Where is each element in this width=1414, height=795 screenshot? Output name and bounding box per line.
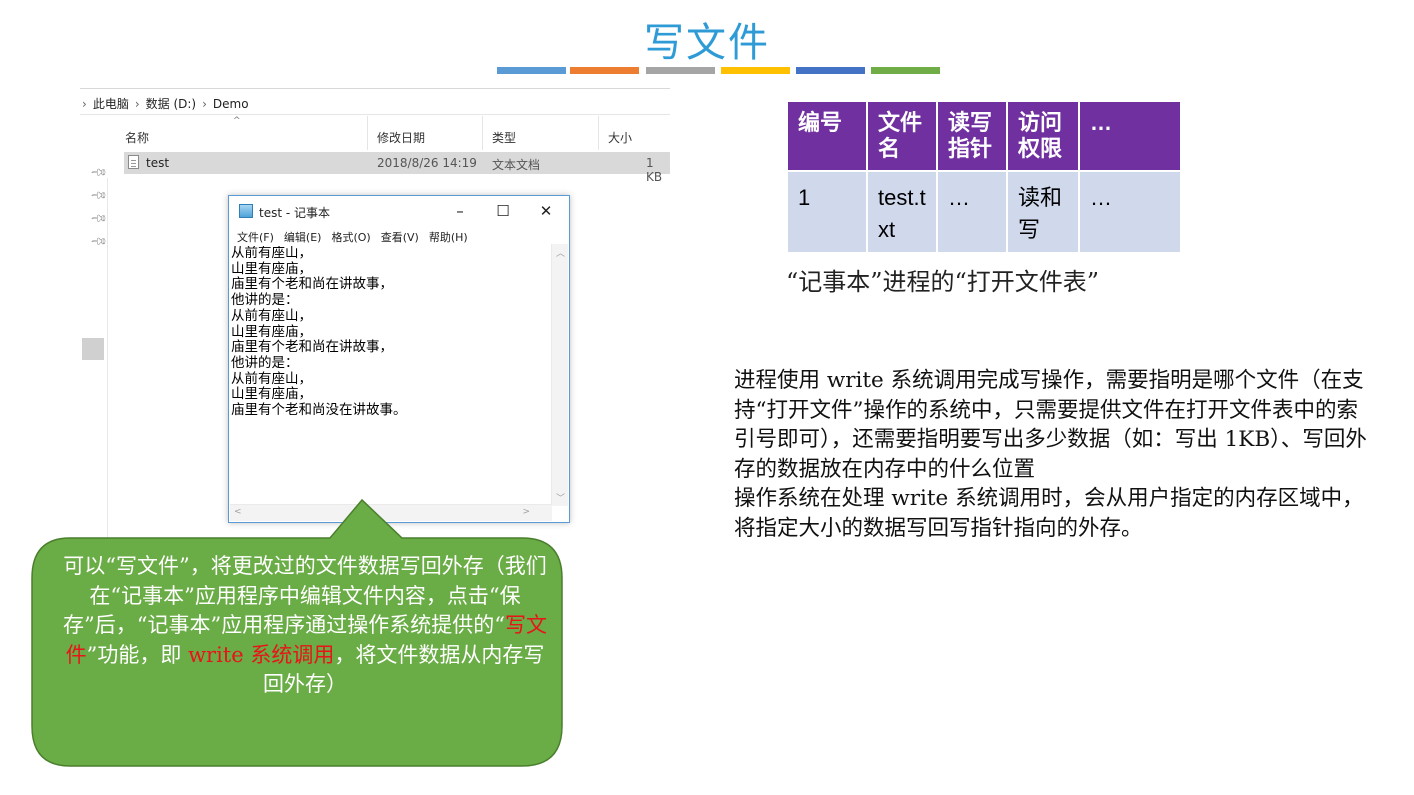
slide-title: 写文件 [644,20,770,66]
column-divider[interactable] [598,116,599,150]
paragraph: 进程使用 write 系统调用完成写操作，需要指明是哪个文件（在支持“打开文件”… [734,368,1367,482]
sort-ascending-icon: ^ [233,116,241,126]
file-modified: 2018/8/26 14:19 [377,156,477,170]
pin-icon[interactable]: 📌︎ [89,232,108,251]
column-header-name[interactable]: 名称 [125,129,149,146]
header-more: … [1080,102,1180,170]
table-row: 1 test.txt … 读和写 … [788,172,1180,252]
window-title: test - 记事本 [259,206,331,220]
header-rw-pointer: 读写指针 [938,102,1006,170]
title-bar[interactable]: test - 记事本 – ☐ ✕ [229,196,569,226]
cell-filename: test.txt [868,172,936,252]
deco-bar-1 [497,67,566,74]
breadcrumb[interactable]: › 此电脑 › 数据 (D:) › Demo [82,95,249,112]
file-type: 文本文档 [492,158,541,172]
cell-access: 读和写 [1008,172,1078,252]
header-id: 编号 [788,102,866,170]
column-divider[interactable] [367,116,368,150]
maximize-button[interactable]: ☐ [488,200,518,222]
notepad-window: test - 记事本 – ☐ ✕ 文件(F) 编辑(E) 格式(O) 查看(V)… [228,195,570,523]
header-filename: 文件名 [868,102,936,170]
callout-text: 可以“写文件”，将更改过的文件数据写回外存（我们在“记事本”应用程序中编辑文件内… [60,552,550,700]
column-header-size[interactable]: 大小 [608,129,632,146]
file-size: 1 KB [646,156,663,184]
pin-icon[interactable]: 📌︎ [89,186,108,205]
deco-bar-2 [570,67,639,74]
chevron-right-icon: › [134,96,140,111]
open-file-table: 编号 文件名 读写指针 访问权限 … 1 test.txt … 读和写 … [786,100,1182,254]
callout-text-part: ”功能，即 [86,642,189,667]
navigation-scrollbar-thumb[interactable] [82,338,104,360]
pin-icon[interactable]: 📌︎ [89,209,108,228]
paragraph: 操作系统在处理 write 系统调用时，会从用户指定的内存区域中，将指定大小的数… [734,486,1364,541]
callout-text-part: 可以“写文件”，将更改过的文件数据写回外存（我们在“记事本”应用程序中编辑文件内… [63,554,547,637]
table-header-row: 编号 文件名 读写指针 访问权限 … [788,102,1180,170]
text-editor[interactable]: 从前有座山， 山里有座庙， 庙里有个老和尚在讲故事， 他讲的是： 从前有座山， … [231,246,539,502]
table-caption: “记事本”进程的“打开文件表” [786,268,1100,296]
column-header-type[interactable]: 类型 [492,129,516,146]
minimize-button[interactable]: – [445,200,475,222]
callout-highlight: write 系统调用 [188,642,335,667]
chevron-right-icon: › [202,96,207,111]
breadcrumb-this-pc[interactable]: 此电脑 [93,95,129,112]
menu-file[interactable]: 文件(F) [237,229,274,245]
menu-edit[interactable]: 编辑(E) [284,229,322,245]
file-name: test [146,156,170,170]
deco-bar-3 [646,67,715,74]
menu-view[interactable]: 查看(V) [381,229,419,245]
file-row[interactable]: test 2018/8/26 14:19 文本文档 1 KB [124,152,670,184]
deco-bar-6 [871,67,940,74]
notepad-icon [239,204,253,218]
column-divider[interactable] [482,116,483,150]
menu-format[interactable]: 格式(O) [331,229,370,245]
vertical-scrollbar[interactable]: ︿ ﹀ [551,244,568,506]
deco-bar-4 [721,67,790,74]
cell-id: 1 [788,172,866,252]
header-access: 访问权限 [1008,102,1078,170]
breadcrumb-drive[interactable]: 数据 (D:) [146,95,196,112]
divider [80,114,670,115]
close-button[interactable]: ✕ [531,200,561,222]
cell-more: … [1080,172,1180,252]
deco-bar-5 [796,67,865,74]
cell-rw-pointer: … [938,172,1006,252]
scroll-up-icon[interactable]: ︿ [556,246,565,259]
chevron-right-icon: › [82,96,87,111]
explanation-text: 进程使用 write 系统调用完成写操作，需要指明是哪个文件（在支持“打开文件”… [734,366,1374,543]
column-header-modified[interactable]: 修改日期 [377,129,425,146]
menu-bar: 文件(F) 编辑(E) 格式(O) 查看(V) 帮助(H) [237,229,468,245]
text-file-icon [128,155,139,169]
divider [80,88,670,89]
pin-icon[interactable]: 📌︎ [89,163,108,182]
breadcrumb-folder[interactable]: Demo [213,97,249,111]
menu-help[interactable]: 帮助(H) [429,229,468,245]
